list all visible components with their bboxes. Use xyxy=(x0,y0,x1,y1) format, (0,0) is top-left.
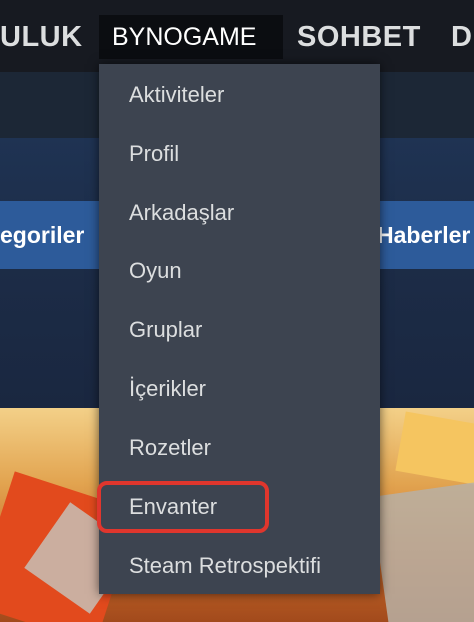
categories-label: egoriler xyxy=(0,222,85,248)
menu-item-year-in-review[interactable]: Steam Retrospektifi xyxy=(129,550,321,582)
news-tab[interactable]: Haberler xyxy=(372,201,474,269)
menu-item-activity[interactable]: Aktiviteler xyxy=(129,79,224,111)
news-label: Haberler xyxy=(377,222,471,248)
categories-tab[interactable]: egoriler xyxy=(0,201,100,269)
inventory-highlight-box xyxy=(97,481,269,533)
menu-item-badges[interactable]: Rozetler xyxy=(129,432,211,464)
top-nav-bar: ULUK BYNOGAME SOHBET D xyxy=(0,0,474,72)
menu-item-friends[interactable]: Arkadaşlar xyxy=(129,197,234,229)
nav-item-chat[interactable]: SOHBET xyxy=(297,17,421,57)
nav-item-community[interactable]: ULUK xyxy=(0,17,83,57)
nav-item-support[interactable]: D xyxy=(451,17,472,57)
menu-item-profile[interactable]: Profil xyxy=(129,138,179,170)
menu-item-games[interactable]: Oyun xyxy=(129,255,182,287)
menu-item-content[interactable]: İçerikler xyxy=(129,373,206,405)
menu-item-groups[interactable]: Gruplar xyxy=(129,314,202,346)
nav-item-username[interactable]: BYNOGAME xyxy=(99,15,283,59)
